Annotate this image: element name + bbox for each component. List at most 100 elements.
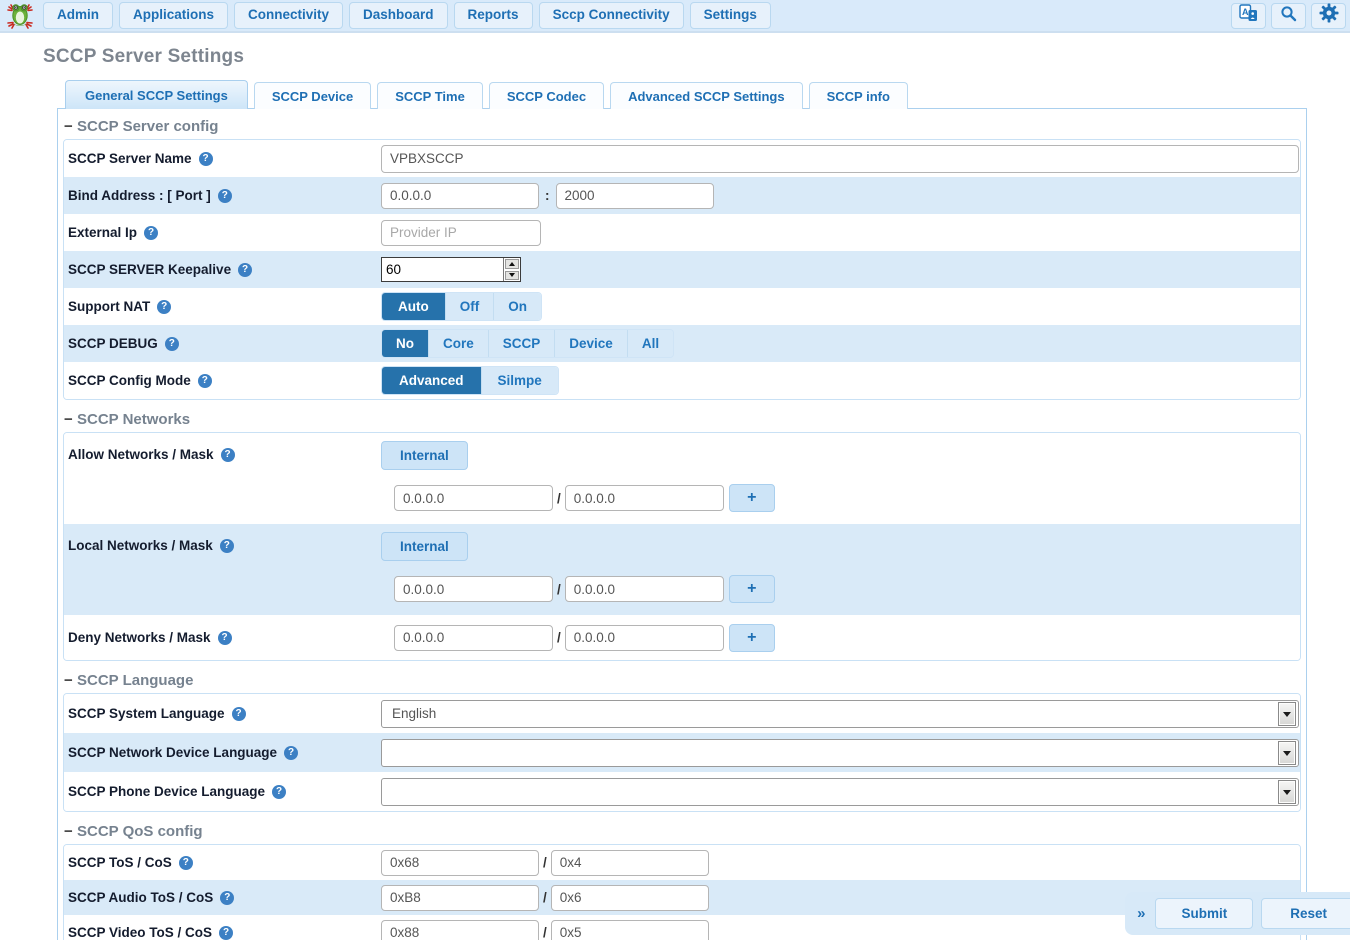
nat-option-off[interactable]: Off — [446, 293, 495, 320]
help-icon[interactable]: ? — [238, 263, 252, 277]
help-icon[interactable]: ? — [157, 300, 171, 314]
config-mode-label: SCCP Config Mode — [68, 373, 191, 388]
debug-option-core[interactable]: Core — [429, 330, 489, 357]
help-icon[interactable]: ? — [144, 226, 158, 240]
row-external-ip: External Ip ? — [64, 214, 1300, 251]
tab-sccp-time[interactable]: SCCP Time — [377, 82, 483, 109]
help-icon[interactable]: ? — [179, 856, 193, 870]
allow-ip-input[interactable] — [394, 485, 553, 511]
dropdown-arrow-icon[interactable] — [1278, 702, 1296, 726]
audio-tos-label: SCCP Audio ToS / CoS — [68, 890, 213, 905]
stepper-down-icon[interactable] — [505, 271, 519, 281]
general-settings-panel: − SCCP Server config SCCP Server Name ? … — [57, 108, 1307, 940]
nav-item-dashboard[interactable]: Dashboard — [349, 2, 448, 28]
settings-gear-button[interactable] — [1311, 3, 1346, 29]
nav-item-admin[interactable]: Admin — [43, 2, 113, 28]
collapse-toolbar-icon[interactable]: » — [1137, 905, 1145, 922]
deny-network-entry: / + — [394, 624, 775, 652]
help-icon[interactable]: ? — [198, 374, 212, 388]
deny-mask-input[interactable] — [565, 625, 724, 651]
deny-ip-input[interactable] — [394, 625, 553, 651]
nav-item-sccp-connectivity[interactable]: Sccp Connectivity — [539, 2, 684, 28]
help-icon[interactable]: ? — [284, 746, 298, 760]
row-bind-address: Bind Address : [ Port ] ? : — [64, 177, 1300, 214]
row-video-tos: SCCP Video ToS / CoS ? / — [64, 915, 1300, 940]
dropdown-arrow-icon[interactable] — [1278, 780, 1296, 804]
help-icon[interactable]: ? — [232, 707, 246, 721]
help-icon[interactable]: ? — [219, 926, 233, 940]
bind-port-input[interactable] — [556, 183, 714, 209]
help-icon[interactable]: ? — [165, 337, 179, 351]
mask-separator: / — [557, 582, 561, 597]
config-mode-toggle: Advanced Silmpe — [381, 366, 559, 395]
allow-add-button[interactable]: + — [729, 484, 775, 512]
collapse-icon[interactable]: − — [64, 672, 77, 689]
cos-input[interactable] — [551, 850, 709, 876]
help-icon[interactable]: ? — [218, 631, 232, 645]
search-button[interactable] — [1271, 3, 1306, 29]
allow-mask-input[interactable] — [565, 485, 724, 511]
tab-general-sccp-settings[interactable]: General SCCP Settings — [65, 80, 248, 109]
collapse-icon[interactable]: − — [64, 823, 77, 840]
nav-item-reports[interactable]: Reports — [454, 2, 533, 28]
local-mask-input[interactable] — [565, 576, 724, 602]
server-name-label: SCCP Server Name — [68, 151, 192, 166]
server-name-input[interactable] — [381, 145, 1299, 173]
page-title: SCCP Server Settings — [43, 46, 1350, 68]
mask-separator: / — [557, 491, 561, 506]
local-internal-button[interactable]: Internal — [381, 532, 468, 561]
network-device-language-label: SCCP Network Device Language — [68, 745, 277, 760]
submit-button[interactable]: Submit — [1155, 898, 1253, 929]
qos-box: SCCP ToS / CoS ? / SCCP Audio ToS / CoS … — [63, 844, 1301, 940]
tos-input[interactable] — [381, 850, 539, 876]
mode-option-advanced[interactable]: Advanced — [382, 367, 482, 394]
network-device-language-select[interactable] — [381, 739, 1299, 767]
collapse-icon[interactable]: − — [64, 411, 77, 428]
dropdown-arrow-icon[interactable] — [1278, 741, 1296, 765]
tab-sccp-info[interactable]: SCCP info — [809, 82, 908, 109]
system-language-select[interactable]: English — [381, 700, 1299, 728]
video-tos-input[interactable] — [381, 920, 539, 940]
debug-option-no[interactable]: No — [382, 330, 429, 357]
reset-button[interactable]: Reset — [1261, 898, 1350, 929]
nav-item-settings[interactable]: Settings — [690, 2, 771, 28]
nat-option-on[interactable]: On — [494, 293, 541, 320]
tab-sccp-codec[interactable]: SCCP Codec — [489, 82, 604, 109]
stepper-up-icon[interactable] — [505, 259, 519, 269]
allow-internal-button[interactable]: Internal — [381, 441, 468, 470]
cos-separator: / — [543, 855, 547, 870]
debug-option-sccp[interactable]: SCCP — [489, 330, 556, 357]
debug-option-device[interactable]: Device — [555, 330, 628, 357]
row-allow-networks: Allow Networks / Mask ? Internal / + — [64, 433, 1300, 524]
help-icon[interactable]: ? — [218, 189, 232, 203]
keepalive-stepper — [381, 257, 521, 282]
help-icon[interactable]: ? — [199, 152, 213, 166]
top-navbar: Admin Applications Connectivity Dashboar… — [0, 0, 1350, 33]
local-ip-input[interactable] — [394, 576, 553, 602]
deny-add-button[interactable]: + — [729, 624, 775, 652]
nav-item-connectivity[interactable]: Connectivity — [234, 2, 343, 28]
local-add-button[interactable]: + — [729, 575, 775, 603]
help-icon[interactable]: ? — [272, 785, 286, 799]
help-icon[interactable]: ? — [220, 539, 234, 553]
collapse-icon[interactable]: − — [64, 118, 77, 135]
video-cos-input[interactable] — [551, 920, 709, 940]
phone-device-language-select[interactable] — [381, 778, 1299, 806]
external-ip-input[interactable] — [381, 220, 541, 246]
keepalive-input[interactable] — [382, 258, 503, 281]
tab-sccp-device[interactable]: SCCP Device — [254, 82, 371, 109]
nav-item-applications[interactable]: Applications — [119, 2, 228, 28]
help-icon[interactable]: ? — [221, 448, 235, 462]
external-ip-label: External Ip — [68, 225, 137, 240]
mode-option-silmpe[interactable]: Silmpe — [482, 367, 558, 394]
bind-ip-input[interactable] — [381, 183, 539, 209]
frog-logo-icon[interactable] — [3, 1, 37, 30]
help-icon[interactable]: ? — [220, 891, 234, 905]
audio-tos-input[interactable] — [381, 885, 539, 911]
audio-cos-input[interactable] — [551, 885, 709, 911]
debug-option-all[interactable]: All — [628, 330, 673, 357]
section-title: SCCP QoS config — [77, 823, 203, 840]
nat-option-auto[interactable]: Auto — [382, 293, 446, 320]
language-translate-button[interactable]: A — [1231, 3, 1266, 29]
tab-advanced-sccp-settings[interactable]: Advanced SCCP Settings — [610, 82, 803, 109]
